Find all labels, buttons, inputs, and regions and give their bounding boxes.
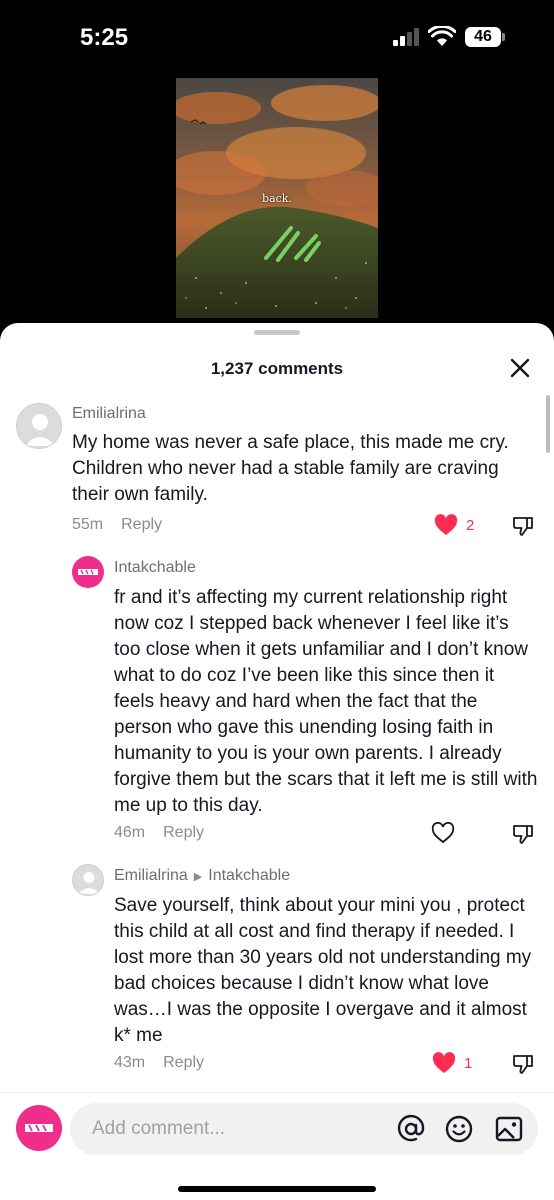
heart-outline-icon[interactable] [431, 822, 455, 844]
video-caption: back. [262, 192, 292, 205]
reply-button[interactable]: Reply [163, 824, 204, 841]
mention-icon[interactable] [396, 1114, 426, 1144]
heart-icon [432, 1052, 456, 1073]
brand-logo-icon [78, 569, 98, 575]
status-time: 5:25 [80, 24, 129, 51]
reply-text: fr and it’s affecting my current relatio… [114, 587, 538, 816]
like-count: 2 [466, 516, 475, 534]
reply-to-user[interactable]: Intakchable [208, 867, 290, 884]
home-indicator [178, 1186, 376, 1192]
reply-username[interactable]: Intakchable [114, 559, 196, 577]
reply-author[interactable]: Emilialrina [114, 867, 188, 884]
my-avatar[interactable] [16, 1105, 62, 1151]
emoji-icon[interactable] [444, 1114, 474, 1144]
thumbs-down-icon[interactable] [511, 822, 535, 846]
image-icon[interactable] [494, 1114, 524, 1144]
thumbs-down-icon[interactable] [511, 1052, 535, 1076]
avatar[interactable] [72, 556, 104, 588]
reply-button[interactable]: Reply [163, 1054, 204, 1071]
reply-button[interactable]: Reply [121, 516, 162, 533]
reply-age: 46m [114, 824, 146, 841]
comment-meta: 55m Reply [72, 516, 162, 534]
like-button[interactable]: 2 [434, 514, 474, 536]
default-avatar-icon [78, 872, 100, 894]
reply-meta: 43m Reply [114, 1054, 204, 1072]
reply-age: 43m [114, 1054, 146, 1071]
close-icon[interactable] [508, 356, 532, 380]
comment-username[interactable]: Emilialrina [72, 405, 146, 423]
comment-composer: Add comment... [0, 1092, 554, 1200]
comments-sheet: 1,237 comments Emilialrina My home was n… [0, 323, 554, 1200]
comment-text: My home was never a safe place, this mad… [72, 432, 509, 505]
heart-icon [434, 514, 458, 535]
status-bar: 5:25 46 [0, 0, 554, 70]
brand-logo-icon [25, 1124, 53, 1132]
drag-handle[interactable] [254, 330, 300, 335]
battery-level: 46 [465, 27, 501, 47]
wifi-icon [428, 26, 456, 46]
default-avatar-icon [25, 414, 55, 446]
scrollbar[interactable] [546, 395, 550, 453]
add-comment-input[interactable]: Add comment... [70, 1103, 538, 1155]
like-count: 1 [464, 1054, 473, 1072]
avatar[interactable] [72, 864, 104, 896]
reply-arrow-icon: ▶ [193, 871, 203, 883]
reply-text: Save yourself, think about your mini you… [114, 895, 532, 1046]
comments-count-title: 1,237 comments [210, 359, 344, 378]
signal-icon [393, 28, 423, 46]
video-preview[interactable]: back. [176, 78, 378, 318]
like-button[interactable]: 1 [432, 1052, 472, 1074]
avatar[interactable] [16, 403, 62, 449]
battery-tip [502, 33, 505, 41]
reply-username: Emilialrina ▶ Intakchable [114, 867, 290, 885]
comment-age: 55m [72, 516, 104, 533]
add-comment-placeholder: Add comment... [92, 1118, 226, 1139]
reply-meta: 46m Reply [114, 824, 204, 842]
thumbs-down-icon[interactable] [511, 514, 535, 538]
